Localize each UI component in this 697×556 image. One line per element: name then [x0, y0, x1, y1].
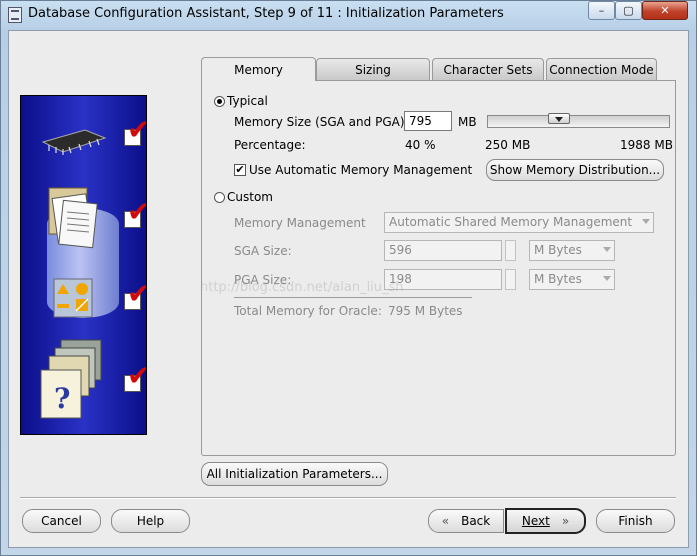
memory-size-input[interactable]: 795: [404, 111, 452, 131]
checkmark-icon: ✔: [127, 198, 146, 226]
sga-size-input[interactable]: 596: [384, 240, 502, 261]
auto-memory-management-checkbox[interactable]: ✔: [234, 164, 246, 176]
percentage-value: 40 %: [405, 138, 436, 152]
sga-size-spinner[interactable]: [505, 240, 516, 261]
cancel-button[interactable]: Cancel: [22, 509, 101, 533]
window-title: Database Configuration Assistant, Step 9…: [28, 6, 504, 21]
maximize-button[interactable]: ▢: [615, 1, 642, 20]
memory-size-unit: MB: [458, 115, 477, 129]
finish-button[interactable]: Finish: [596, 509, 675, 533]
total-memory-value: 795 M Bytes: [388, 304, 463, 318]
percentage-label: Percentage:: [234, 138, 306, 152]
tab-memory[interactable]: Memory: [201, 57, 316, 81]
help-document-icon: ?: [40, 369, 82, 419]
checkmark-icon: ✔: [127, 362, 146, 390]
title-bar: Database Configuration Assistant, Step 9…: [0, 0, 697, 30]
tab-sizing[interactable]: Sizing: [316, 58, 430, 80]
app-icon: [8, 7, 22, 23]
watermark: http://blog.csdn.net/alan_liu_sh: [200, 280, 404, 295]
typical-label: Typical: [227, 94, 268, 108]
memory-slider-track[interactable]: [487, 115, 670, 128]
typical-radio[interactable]: [214, 96, 225, 107]
checkmark-icon: ✔: [127, 116, 146, 144]
next-button-label: Next: [521, 514, 550, 528]
tab-character-sets[interactable]: Character Sets: [432, 58, 544, 80]
step-illustration: ? ✔ ✔ ✔ ✔: [20, 95, 147, 435]
chevron-down-icon: [603, 247, 611, 252]
documents-icon: [48, 187, 98, 249]
svg-text:?: ?: [54, 382, 70, 415]
auto-memory-management-label: Use Automatic Memory Management: [249, 163, 473, 177]
back-button[interactable]: « Back: [428, 509, 504, 533]
custom-radio[interactable]: [214, 192, 225, 203]
total-memory-label: Total Memory for Oracle:: [234, 304, 382, 318]
footer-separator: [20, 497, 676, 499]
pga-unit-value: M Bytes: [534, 272, 582, 286]
memory-slider-thumb[interactable]: [548, 113, 570, 124]
slider-max-label: 1988 MB: [620, 138, 673, 152]
minimize-button[interactable]: –: [588, 1, 615, 20]
sga-unit-select[interactable]: M Bytes: [529, 240, 615, 261]
show-memory-distribution-button[interactable]: Show Memory Distribution...: [486, 159, 664, 181]
all-initialization-parameters-button[interactable]: All Initialization Parameters...: [201, 462, 388, 486]
sga-size-label: SGA Size:: [234, 244, 292, 258]
pga-unit-select[interactable]: M Bytes: [529, 269, 615, 290]
custom-label: Custom: [227, 190, 273, 204]
total-separator: [234, 297, 472, 298]
back-button-label: Back: [461, 514, 491, 528]
chevron-right-icon: »: [561, 514, 570, 528]
memory-panel: [201, 80, 676, 456]
chevron-down-icon: [642, 219, 650, 224]
sga-unit-value: M Bytes: [534, 243, 582, 257]
memory-size-label: Memory Size (SGA and PGA):: [234, 115, 409, 129]
memory-management-select-value: Automatic Shared Memory Management: [389, 215, 633, 229]
help-button[interactable]: Help: [111, 509, 190, 533]
chevron-left-icon: «: [441, 514, 450, 528]
checkmark-icon: ✔: [127, 280, 146, 308]
next-button[interactable]: Next »: [505, 508, 586, 534]
slider-min-label: 250 MB: [485, 138, 531, 152]
shapes-icon: [53, 278, 93, 318]
memory-management-select[interactable]: Automatic Shared Memory Management: [384, 212, 654, 233]
tab-connection-mode[interactable]: Connection Mode: [546, 58, 657, 80]
pga-size-spinner[interactable]: [505, 269, 516, 290]
close-button[interactable]: ✕: [642, 1, 688, 20]
memory-management-label: Memory Management: [234, 216, 366, 230]
chevron-down-icon: [603, 276, 611, 281]
chip-icon: [41, 129, 107, 155]
